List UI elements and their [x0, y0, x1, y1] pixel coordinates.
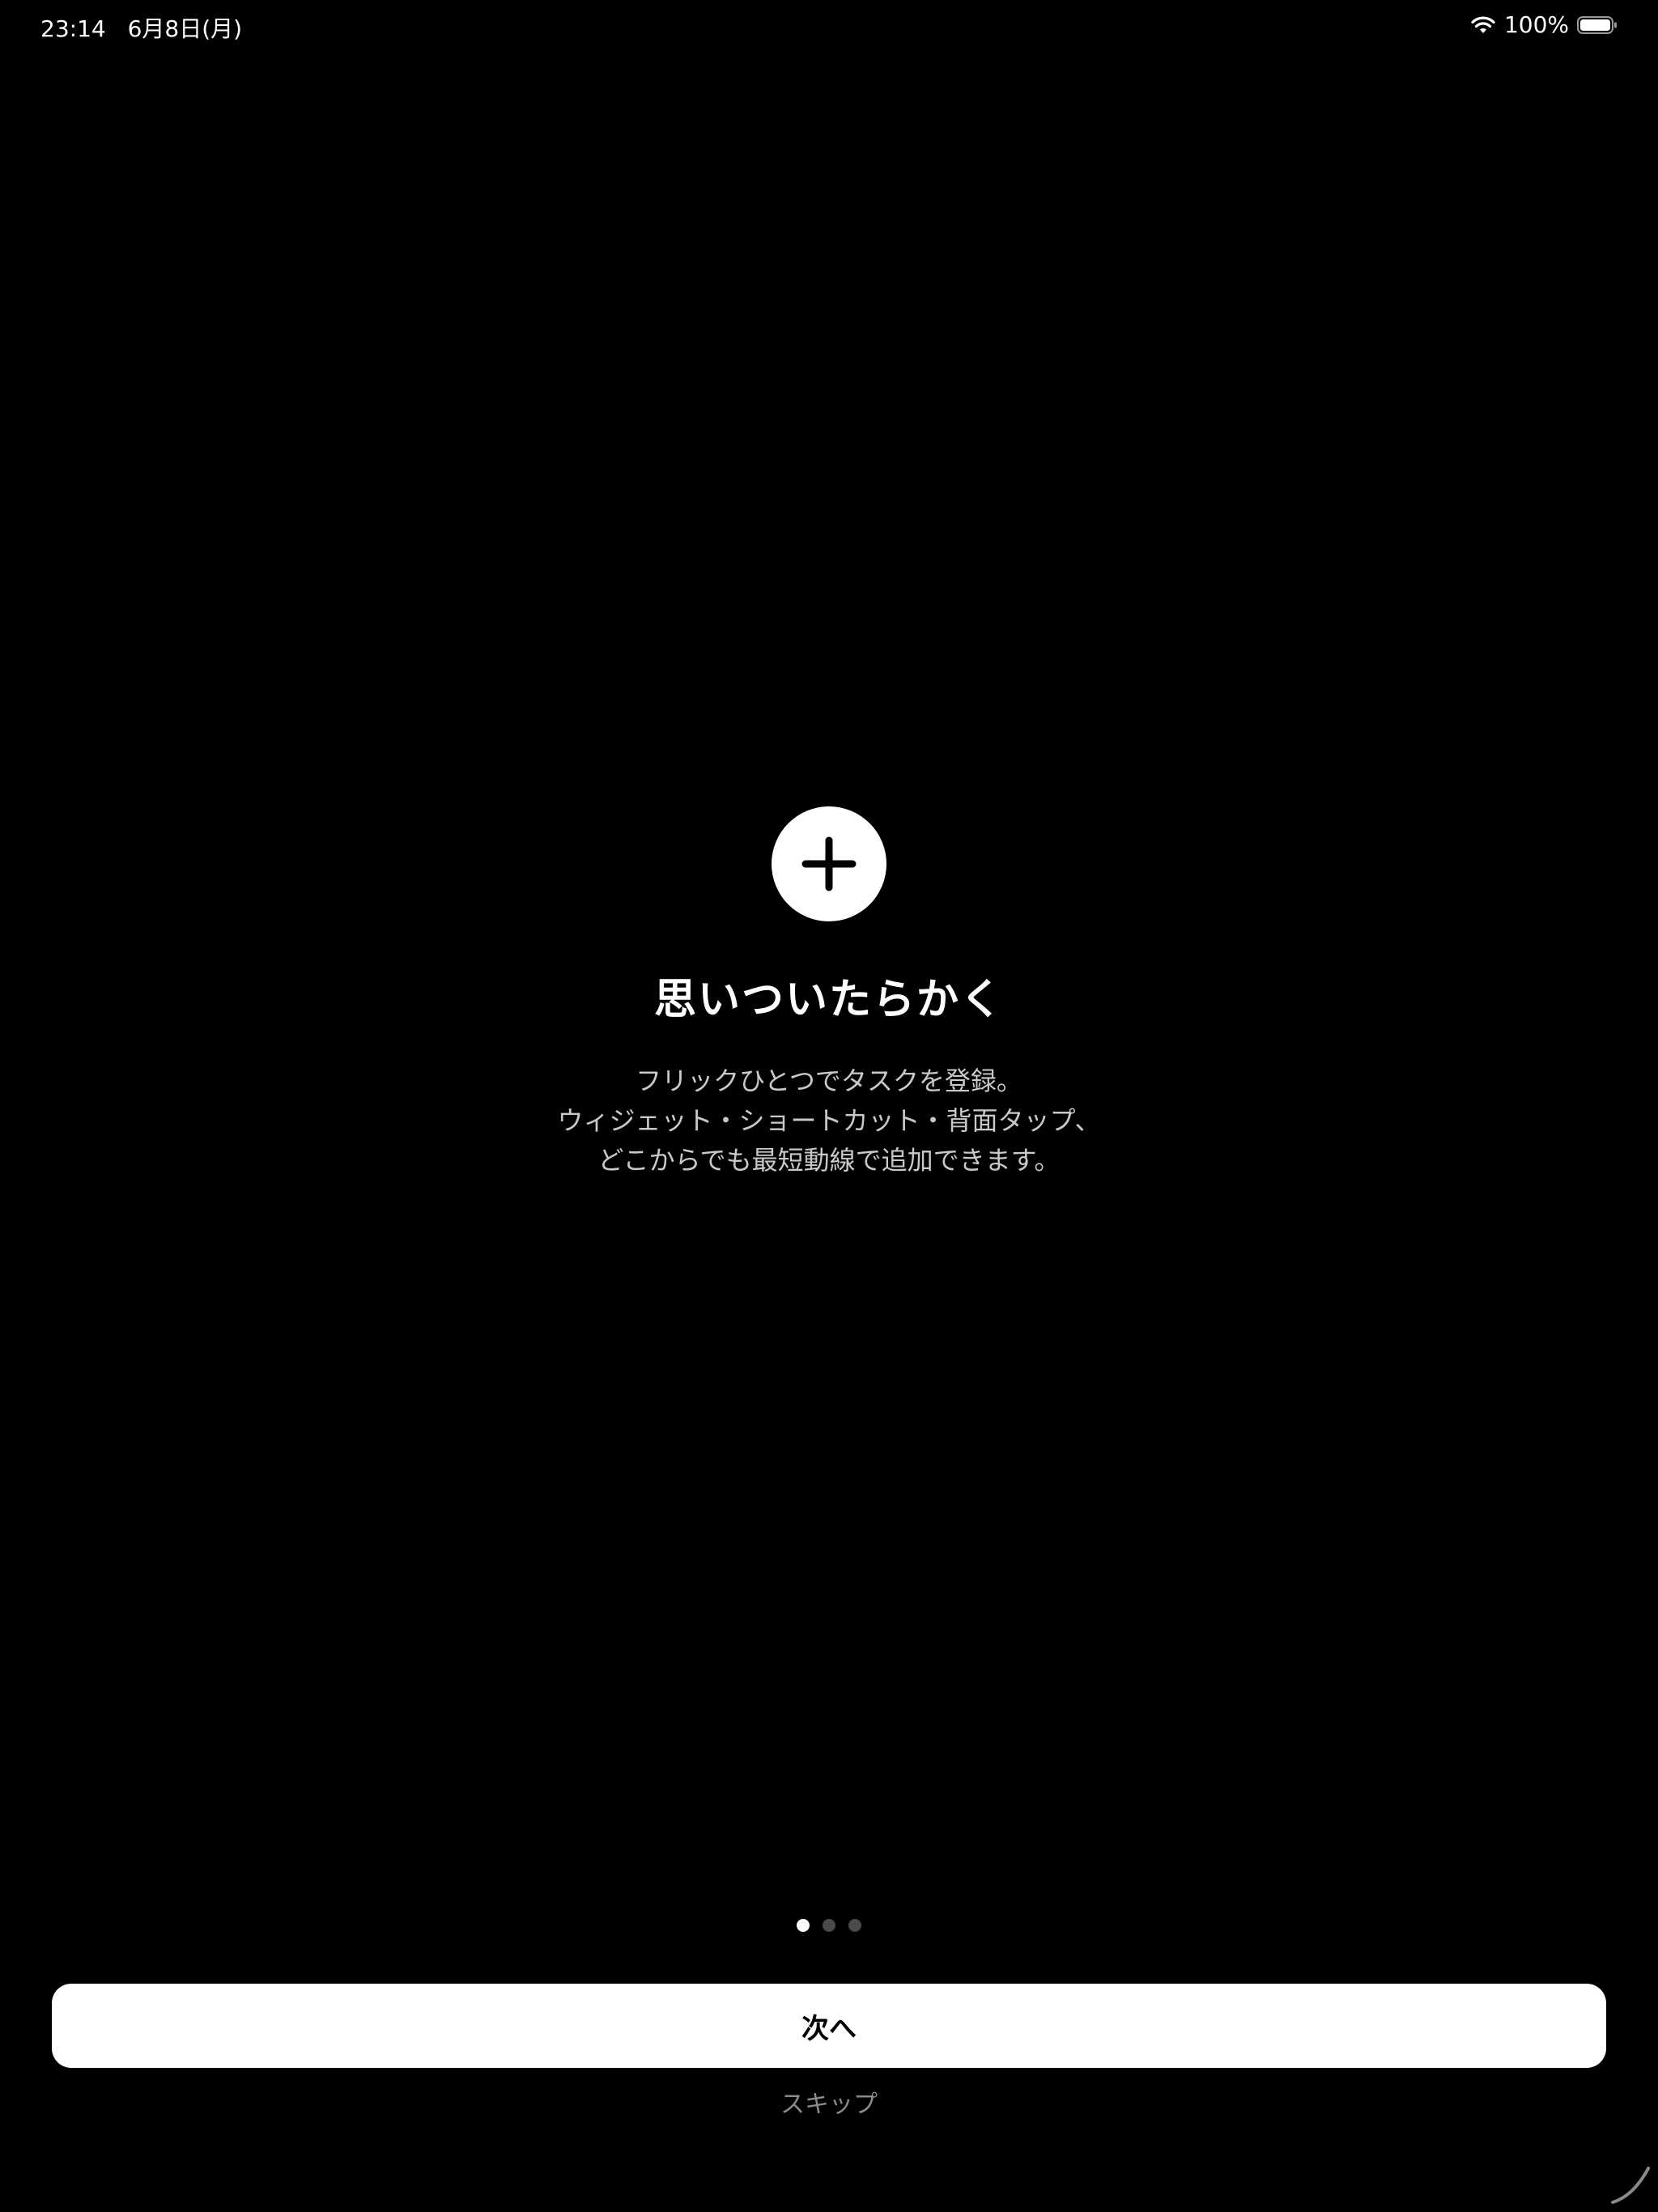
onboarding-hero: 思いついたらかく フリックひとつでタスクを登録。 ウィジェット・ショートカット・… — [0, 806, 1658, 1180]
status-time: 23:14 — [40, 15, 106, 42]
page-dot-2[interactable] — [823, 1919, 835, 1932]
status-indicators: 100% — [1470, 11, 1618, 38]
next-button[interactable]: 次へ — [52, 1984, 1606, 2068]
skip-button[interactable]: スキップ — [0, 2084, 1658, 2120]
wifi-icon — [1471, 16, 1495, 33]
page-indicator[interactable] — [0, 1919, 1658, 1932]
plus-glyph — [801, 836, 857, 891]
description-line: フリックひとつでタスクを登録。 — [636, 1066, 1022, 1096]
description-line: どこからでも最短動線で追加できます。 — [597, 1145, 1061, 1176]
page-dot-3[interactable] — [848, 1919, 861, 1932]
onboarding-description: フリックひとつでタスクを登録。 ウィジェット・ショートカット・背面タップ、 どこ… — [557, 1061, 1100, 1180]
status-date: 6月8日(月) — [127, 15, 243, 42]
page-dot-1[interactable] — [797, 1919, 810, 1932]
onboarding-screen: 23:14 6月8日(月) 100% 思いついたらかく フリックひとつでタスクを… — [0, 0, 1658, 2212]
resize-handle-icon[interactable] — [1609, 2163, 1652, 2206]
battery-percent: 100% — [1503, 11, 1569, 38]
description-line: ウィジェット・ショートカット・背面タップ、 — [557, 1105, 1101, 1136]
onboarding-title: 思いついたらかく — [653, 976, 1004, 1024]
status-bar: 23:14 6月8日(月) 100% — [0, 0, 1658, 52]
battery-icon — [1577, 15, 1617, 34]
status-time-date: 23:14 6月8日(月) — [40, 11, 242, 44]
plus-icon — [772, 806, 886, 921]
